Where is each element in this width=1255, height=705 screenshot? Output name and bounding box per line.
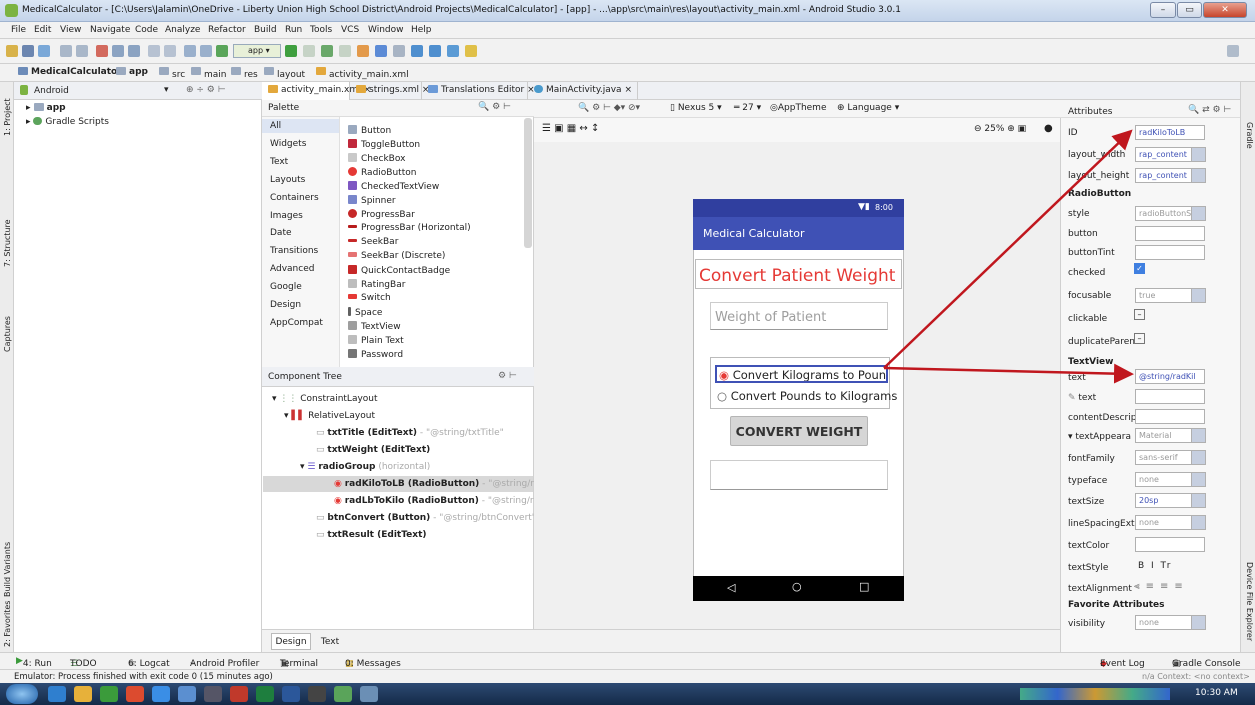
annotation-arrows [883, 129, 1134, 384]
arrow-to-text [883, 363, 1134, 384]
arrow-to-id [883, 129, 1133, 369]
